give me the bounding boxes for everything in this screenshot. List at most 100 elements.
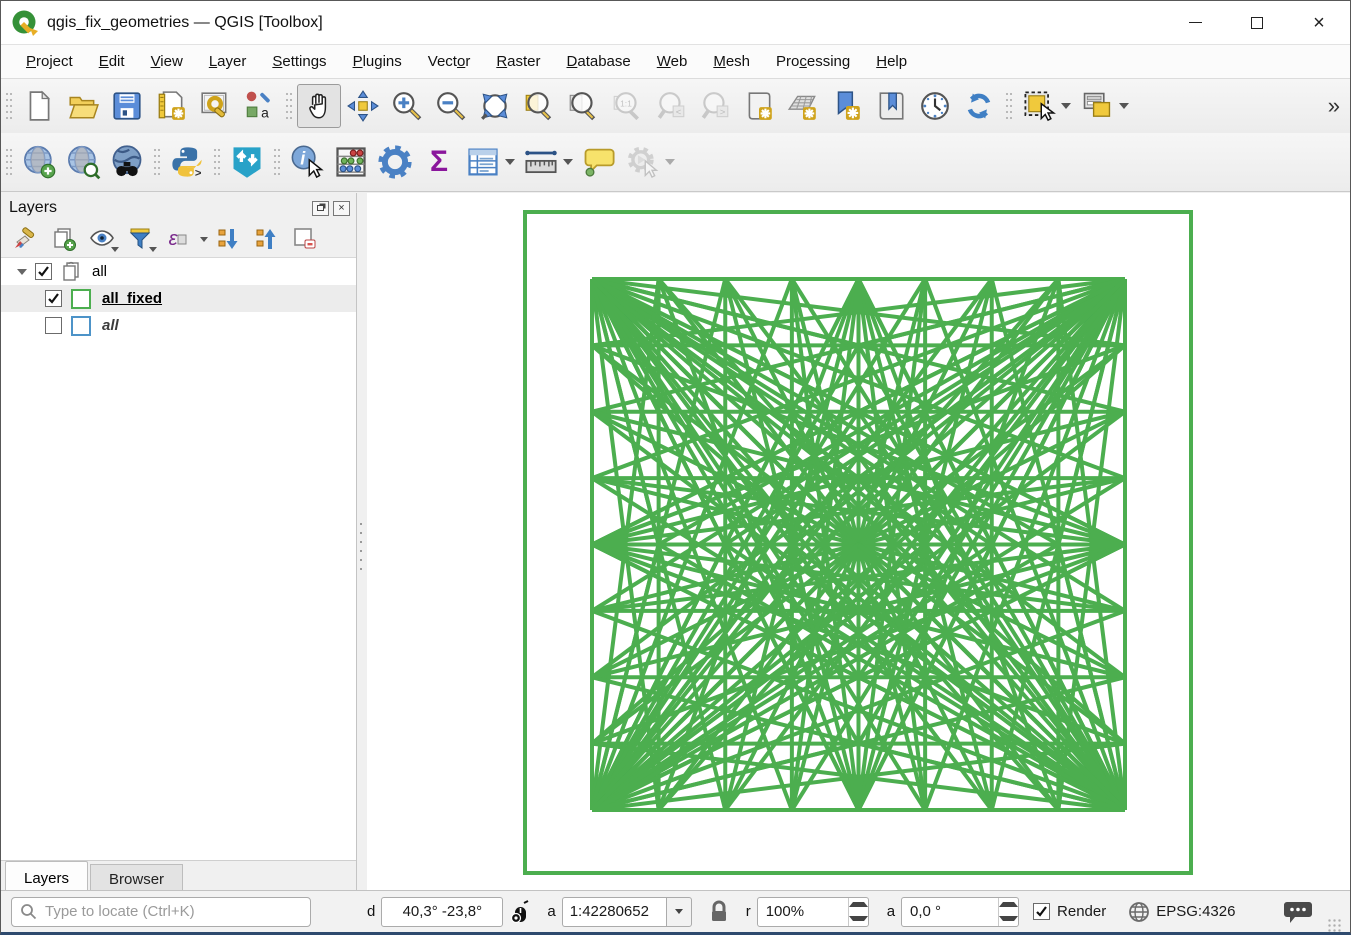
- zoom-out-button[interactable]: [429, 84, 473, 128]
- layer-group-row[interactable]: all: [1, 258, 356, 285]
- menu-item-settings[interactable]: Settings: [259, 48, 339, 75]
- spin-up-button[interactable]: [999, 898, 1018, 912]
- selection-options-button[interactable]: [1075, 84, 1119, 128]
- scale-dropdown-button[interactable]: [666, 897, 692, 927]
- collapse-all-button[interactable]: [250, 224, 284, 254]
- spin-up-button[interactable]: [849, 898, 868, 912]
- map-tips-button[interactable]: [577, 140, 621, 184]
- processing-toolbox-button[interactable]: [373, 140, 417, 184]
- zoom-to-selection-button[interactable]: [517, 84, 561, 128]
- layout-manager-button[interactable]: [193, 84, 237, 128]
- group-expander-icon[interactable]: [17, 269, 27, 275]
- rotation-value[interactable]: 0,0 °: [902, 898, 998, 926]
- menu-item-processing[interactable]: Processing: [763, 48, 863, 75]
- menu-item-edit[interactable]: Edit: [86, 48, 138, 75]
- new-3d-map-view-button[interactable]: [781, 84, 825, 128]
- python-console-button[interactable]: >: [165, 140, 209, 184]
- lock-scale-icon[interactable]: [708, 900, 730, 924]
- osm-place-search-button[interactable]: [105, 140, 149, 184]
- scale-combo[interactable]: 1:42280652: [562, 897, 692, 927]
- new-bookmark-button[interactable]: [825, 84, 869, 128]
- menu-item-mesh[interactable]: Mesh: [700, 48, 763, 75]
- zoom-to-layer-button[interactable]: [561, 84, 605, 128]
- zoom-next-button[interactable]: >: [693, 84, 737, 128]
- scale-value[interactable]: 1:42280652: [562, 897, 666, 927]
- layer-row-all[interactable]: all: [1, 312, 356, 339]
- maximize-button[interactable]: [1226, 1, 1288, 44]
- map-canvas[interactable]: [367, 193, 1350, 894]
- style-manager-button[interactable]: a: [237, 84, 281, 128]
- selection-options-dropdown-arrow[interactable]: [1119, 103, 1129, 109]
- plugin-versions-button[interactable]: [225, 140, 269, 184]
- layer-swatch-green[interactable]: [71, 289, 91, 309]
- menu-item-raster[interactable]: Raster: [483, 48, 553, 75]
- toolbar-grip[interactable]: [272, 145, 282, 179]
- menu-item-web[interactable]: Web: [644, 48, 701, 75]
- locate-bar[interactable]: [11, 897, 311, 927]
- menu-item-help[interactable]: Help: [863, 48, 920, 75]
- toolbar-grip[interactable]: [284, 89, 294, 123]
- menu-item-plugins[interactable]: Plugins: [340, 48, 415, 75]
- layer-styling-button[interactable]: [9, 224, 43, 254]
- render-toggle[interactable]: Render: [1033, 903, 1106, 920]
- close-button[interactable]: ×: [1288, 1, 1350, 44]
- measure-button[interactable]: [519, 140, 563, 184]
- layer-row-all-fixed[interactable]: all_fixed: [1, 285, 356, 312]
- attribute-table-button[interactable]: [461, 140, 505, 184]
- pan-map-button[interactable]: [297, 84, 341, 128]
- crs-status[interactable]: EPSG:4326: [1128, 901, 1235, 923]
- layer-checkbox[interactable]: [45, 290, 62, 307]
- messages-button[interactable]: [1283, 899, 1313, 925]
- zoom-full-button[interactable]: [473, 84, 517, 128]
- zoom-last-button[interactable]: <: [649, 84, 693, 128]
- menu-item-layer[interactable]: Layer: [196, 48, 260, 75]
- attribute-table-dropdown-arrow[interactable]: [505, 159, 515, 165]
- resize-grip[interactable]: [1327, 918, 1341, 932]
- run-action-dropdown-arrow[interactable]: [665, 159, 675, 165]
- statistical-summary-button[interactable]: [329, 140, 373, 184]
- remove-layer-button[interactable]: [288, 224, 322, 254]
- toolbar-grip[interactable]: [152, 145, 162, 179]
- toolbar-grip[interactable]: [212, 145, 222, 179]
- coordinate-display[interactable]: 40,3° -23,8°: [381, 897, 503, 927]
- panel-splitter[interactable]: [357, 193, 367, 894]
- refresh-button[interactable]: [957, 84, 1001, 128]
- new-map-view-button[interactable]: [737, 84, 781, 128]
- toolbar-grip[interactable]: [1004, 89, 1014, 123]
- minimize-button[interactable]: [1164, 1, 1226, 44]
- zoom-native-button[interactable]: 1:1: [605, 84, 649, 128]
- magnifier-spinbox[interactable]: 100%: [757, 897, 869, 927]
- show-statistics-button[interactable]: Σ: [417, 140, 461, 184]
- group-checkbox[interactable]: [35, 263, 52, 280]
- toggle-extents-icon[interactable]: [507, 899, 533, 925]
- dock-float-button[interactable]: [312, 201, 329, 216]
- new-print-layout-button[interactable]: [149, 84, 193, 128]
- menu-item-project[interactable]: Project: [13, 48, 86, 75]
- menu-item-vector[interactable]: Vector: [415, 48, 484, 75]
- toolbar-grip[interactable]: [4, 89, 14, 123]
- toolbar-grip[interactable]: [4, 145, 14, 179]
- temporal-controller-button[interactable]: [913, 84, 957, 128]
- expand-all-button[interactable]: [212, 224, 246, 254]
- map-themes-button[interactable]: [85, 224, 119, 254]
- open-project-button[interactable]: [61, 84, 105, 128]
- layer-swatch-blue[interactable]: [71, 316, 91, 336]
- locate-input[interactable]: [43, 902, 302, 921]
- filter-legend-button[interactable]: [123, 224, 157, 254]
- save-project-button[interactable]: [105, 84, 149, 128]
- measure-dropdown-arrow[interactable]: [563, 159, 573, 165]
- filter-expression-button[interactable]: ε: [161, 224, 195, 254]
- new-project-button[interactable]: [17, 84, 61, 128]
- menu-item-database[interactable]: Database: [554, 48, 644, 75]
- spin-down-button[interactable]: [999, 912, 1018, 926]
- menu-item-view[interactable]: View: [138, 48, 196, 75]
- run-feature-action-button[interactable]: [621, 140, 665, 184]
- render-checkbox[interactable]: [1033, 903, 1050, 920]
- select-features-button[interactable]: [1017, 84, 1061, 128]
- identify-features-button[interactable]: i: [285, 140, 329, 184]
- show-bookmarks-button[interactable]: [869, 84, 913, 128]
- metasearch-search-button[interactable]: [61, 140, 105, 184]
- rotation-spinbox[interactable]: 0,0 °: [901, 897, 1019, 927]
- metasearch-new-button[interactable]: [17, 140, 61, 184]
- zoom-in-button[interactable]: [385, 84, 429, 128]
